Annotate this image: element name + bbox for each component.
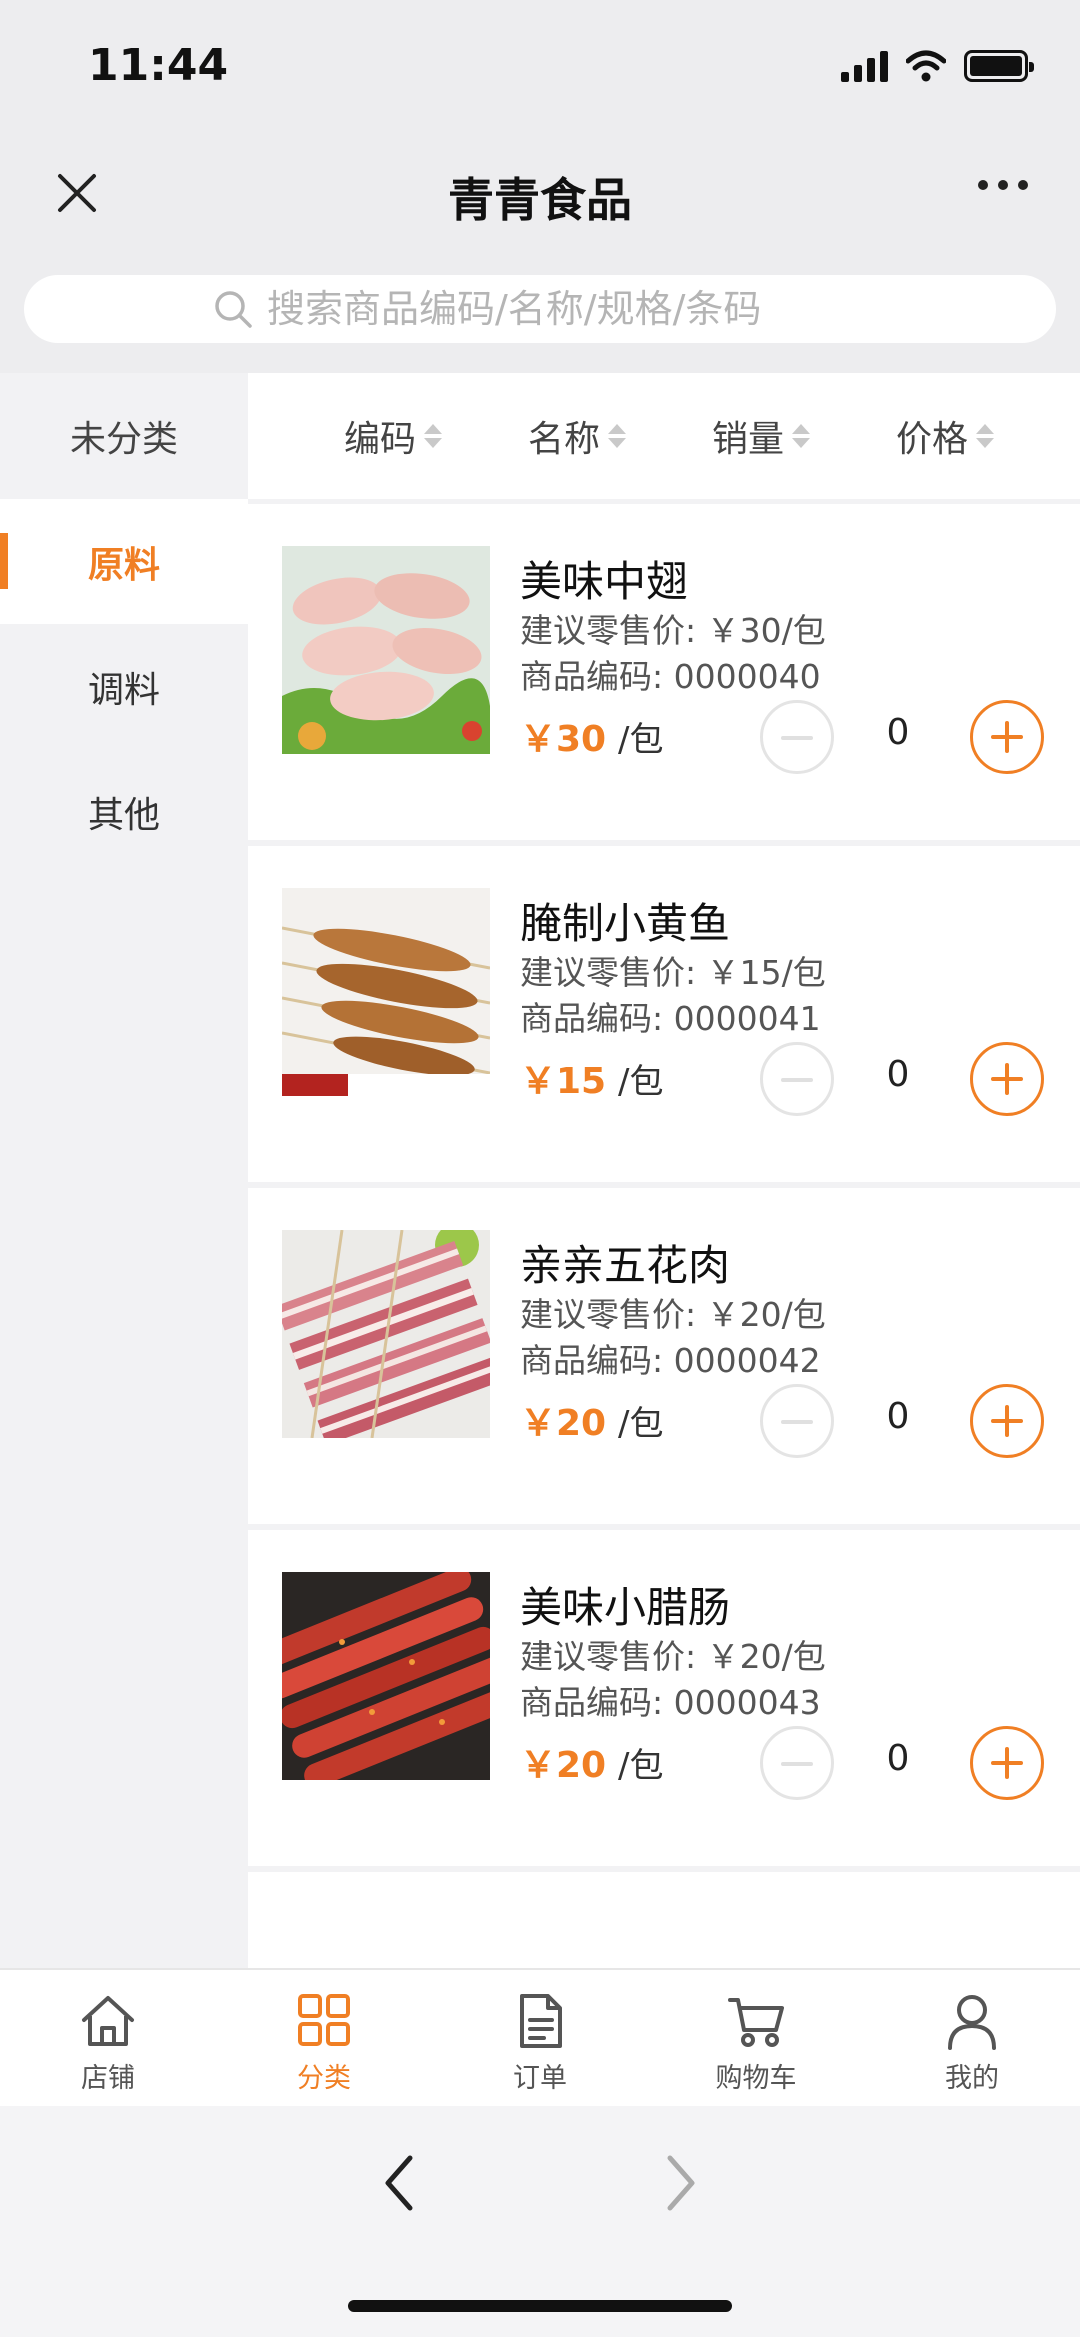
sidebar-item-seasonings[interactable]: 调料 [0,624,248,749]
quantity-minus-button[interactable] [760,1042,834,1116]
tab-profile[interactable]: 我的 [864,1970,1080,2106]
status-bar: 11:44 [0,0,1080,140]
sort-header: 编码 名称 销量 价格 [248,373,1080,499]
product-name: 美味小腊肠 [520,1583,731,1632]
product-card[interactable]: 美味小腊肠 建议零售价: ￥20/包 商品编码: 0000043 ￥20 /包 … [248,1530,1080,1866]
tab-label: 我的 [945,2063,999,2094]
search-input[interactable] [267,287,867,331]
search-bar [0,245,1080,373]
title-bar: 青青食品 [0,140,1080,245]
sidebar-item-raw-materials[interactable]: 原料 [0,499,248,624]
sort-by-code[interactable]: 编码 [344,373,443,499]
product-price: ￥30 [520,719,607,760]
product-msrp: 建议零售价: ￥20/包 [520,1637,826,1676]
sort-arrows-icon [976,424,995,448]
quantity-plus-button[interactable] [970,700,1044,774]
sidebar-header-uncategorized[interactable]: 未分类 [0,373,248,499]
product-image-pork-belly[interactable] [282,1230,490,1438]
product-unit: /包 [618,720,664,760]
page-title: 青青食品 [448,173,632,227]
signal-icon [841,50,888,82]
product-card[interactable]: 亲亲五花肉 建议零售价: ￥20/包 商品编码: 0000042 ￥20 /包 … [248,1188,1080,1524]
order-icon [520,1994,562,2048]
product-name: 美味中翅 [520,557,689,606]
product-price: ￥20 [520,1745,607,1786]
sort-arrows-icon [792,424,811,448]
cart-icon [728,1998,784,2047]
product-card-partial [248,1872,1080,1972]
quantity-minus-button[interactable] [760,700,834,774]
sidebar-item-other[interactable]: 其他 [0,749,248,874]
search-icon [215,291,252,328]
status-time: 11:44 [88,40,229,91]
quantity-plus-button[interactable] [970,1042,1044,1116]
tab-label: 购物车 [715,2063,797,2094]
sort-by-name[interactable]: 名称 [528,373,627,499]
quantity-minus-button[interactable] [760,1384,834,1458]
quantity-minus-button[interactable] [760,1726,834,1800]
tab-cart[interactable]: 购物车 [648,1970,864,2106]
status-icons [841,50,1034,82]
chevron-left-icon[interactable] [370,2148,430,2218]
category-sidebar: 未分类 原料 调料 其他 [0,373,248,1968]
product-unit: /包 [618,1746,664,1786]
quantity-plus-button[interactable] [970,1726,1044,1800]
product-image-yellow-croaker[interactable] [282,888,490,1096]
sort-arrows-icon [608,424,627,448]
bottom-tab-bar: 店铺 分类 订单 购物车 我的 [0,1968,1080,2106]
more-icon[interactable] [978,180,1028,190]
store-icon [82,1996,134,2046]
quantity-value: 0 [886,1396,910,1437]
sort-price-label: 价格 [896,419,969,460]
tab-category[interactable]: 分类 [216,1970,432,2106]
product-image-chicken-wings[interactable] [282,546,490,754]
product-unit: /包 [618,1404,664,1444]
profile-icon [948,1995,996,2050]
product-msrp: 建议零售价: ￥30/包 [520,611,826,650]
quantity-plus-button[interactable] [970,1384,1044,1458]
sort-by-sales[interactable]: 销量 [712,373,811,499]
sort-name-label: 名称 [528,419,601,460]
tab-label: 订单 [513,2063,567,2094]
product-code: 商品编码: 0000040 [520,657,821,696]
product-image-sausage[interactable] [282,1572,490,1780]
product-code: 商品编码: 0000042 [520,1341,821,1380]
browser-nav-bar [0,2106,1080,2337]
product-list: 美味中翅 建议零售价: ￥30/包 商品编码: 0000040 ￥30 /包 0 [248,504,1080,1978]
tab-label: 店铺 [81,2063,135,2094]
sort-code-label: 编码 [344,419,417,460]
tab-label: 分类 [297,2063,351,2094]
wifi-icon [906,50,946,82]
product-code: 商品编码: 0000043 [520,1683,821,1722]
chevron-right-icon[interactable] [650,2148,710,2218]
product-msrp: 建议零售价: ￥15/包 [520,953,826,992]
tab-orders[interactable]: 订单 [432,1970,648,2106]
product-unit: /包 [618,1062,664,1102]
home-indicator [348,2300,732,2312]
product-price: ￥15 [520,1061,607,1102]
battery-icon [964,50,1034,82]
tab-store[interactable]: 店铺 [0,1970,216,2106]
product-card[interactable]: 腌制小黄鱼 建议零售价: ￥15/包 商品编码: 0000041 ￥15 /包 … [248,846,1080,1182]
quantity-value: 0 [886,1054,910,1095]
sort-sales-label: 销量 [712,419,785,460]
product-price: ￥20 [520,1403,607,1444]
product-name: 亲亲五花肉 [520,1241,731,1290]
sort-by-price[interactable]: 价格 [896,373,995,499]
category-icon [298,1994,350,2046]
product-code: 商品编码: 0000041 [520,999,821,1038]
quantity-value: 0 [886,1738,910,1779]
product-card[interactable]: 美味中翅 建议零售价: ￥30/包 商品编码: 0000040 ￥30 /包 0 [248,504,1080,840]
search-box[interactable] [24,275,1056,343]
sort-arrows-icon [424,424,443,448]
quantity-value: 0 [886,712,910,753]
product-name: 腌制小黄鱼 [520,899,731,948]
product-msrp: 建议零售价: ￥20/包 [520,1295,826,1334]
